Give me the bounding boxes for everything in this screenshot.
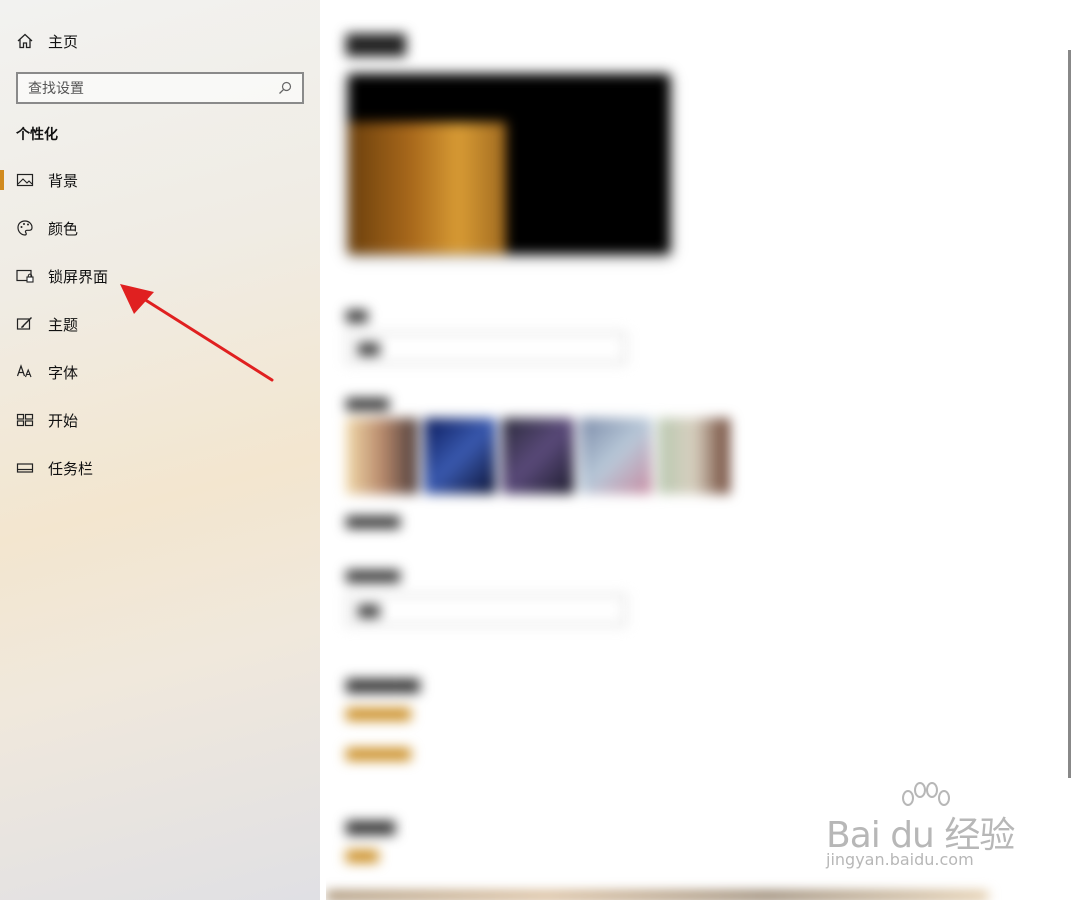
sidebar-item-label: 主题 [48, 316, 79, 334]
button-placeholder[interactable]: ▆▆▆▆▆ [346, 512, 400, 529]
sidebar-item-start[interactable]: 开始 [0, 396, 320, 444]
link-placeholder[interactable]: ▆▆▆▆▆▆ [346, 704, 411, 721]
section-title: 个性化 [16, 126, 58, 142]
sidebar-item-label: 任务栏 [48, 460, 94, 478]
sidebar-item-label: 字体 [48, 364, 79, 382]
sidebar-item-label: 颜色 [48, 220, 79, 238]
image-strip [326, 892, 988, 900]
theme-brush-icon [16, 315, 34, 333]
wallpaper-thumbnail[interactable] [346, 418, 418, 494]
start-tiles-icon [16, 411, 34, 429]
main-content: ▆▆▆ ▆▆ ▆▆ ▆▆▆▆ ▆▆▆▆▆ ▆▆▆▆▆ ▆▆ ▆▆▆▆▆▆ ▆▆▆… [326, 0, 1074, 900]
label-placeholder: ▆▆▆▆ [346, 394, 390, 410]
home-icon [16, 32, 34, 50]
search-icon[interactable] [276, 79, 294, 97]
label-placeholder: ▆▆▆▆▆ [346, 566, 400, 582]
scrollbar[interactable] [1068, 50, 1071, 778]
link-placeholder[interactable]: ▆▆▆ [346, 846, 378, 863]
wallpaper-thumbnail[interactable] [424, 418, 496, 494]
nav-list: 背景 颜色 锁屏界面 主题 字体 开始 任务栏 [0, 156, 320, 492]
wallpaper-thumbnail[interactable] [580, 418, 652, 494]
sidebar-item-lock-screen[interactable]: 锁屏界面 [0, 252, 320, 300]
page-heading-placeholder: ▆▆▆ [346, 26, 406, 56]
dropdown-placeholder[interactable]: ▆▆ [346, 594, 626, 626]
font-icon [16, 363, 34, 381]
sidebar-item-fonts[interactable]: 字体 [0, 348, 320, 396]
sidebar-item-label: 开始 [48, 412, 79, 430]
palette-icon [16, 219, 34, 237]
sidebar-item-themes[interactable]: 主题 [0, 300, 320, 348]
home-label: 主页 [48, 33, 79, 51]
sidebar: 主页 个性化 背景 颜色 锁屏界面 [0, 0, 320, 900]
search-box[interactable] [16, 72, 304, 104]
blurred-content: ▆▆▆ ▆▆ ▆▆ ▆▆▆▆ ▆▆▆▆▆ ▆▆▆▆▆ ▆▆ ▆▆▆▆▆▆ ▆▆▆… [326, 0, 1074, 900]
subheading-placeholder: ▆▆▆▆ [346, 818, 396, 835]
search-input[interactable] [28, 80, 276, 96]
dropdown-placeholder[interactable]: ▆▆ [346, 332, 626, 364]
link-placeholder[interactable]: ▆▆▆▆▆▆ [346, 744, 411, 761]
sidebar-item-label: 锁屏界面 [48, 268, 109, 286]
lock-screen-icon [16, 267, 34, 285]
subheading-placeholder: ▆▆▆▆▆▆ [346, 676, 420, 693]
sidebar-item-label: 背景 [48, 172, 79, 190]
sidebar-item-background[interactable]: 背景 [0, 156, 320, 204]
taskbar-icon [16, 459, 34, 477]
label-placeholder: ▆▆ [346, 306, 368, 322]
image-icon [16, 171, 34, 189]
wallpaper-thumbnail[interactable] [502, 418, 574, 494]
sidebar-item-colors[interactable]: 颜色 [0, 204, 320, 252]
sidebar-item-taskbar[interactable]: 任务栏 [0, 444, 320, 492]
desktop-preview [348, 74, 670, 254]
wallpaper-thumbnails [346, 418, 730, 494]
nav-home[interactable]: 主页 [16, 30, 78, 52]
wallpaper-thumbnail[interactable] [658, 418, 730, 494]
